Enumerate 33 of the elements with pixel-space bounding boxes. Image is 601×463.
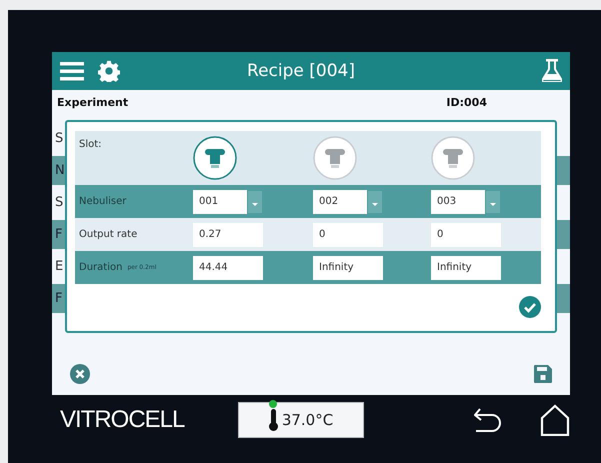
confirm-icon[interactable] xyxy=(519,296,541,318)
thermometer-icon xyxy=(268,409,278,431)
nebuliser-slot-icon[interactable] xyxy=(193,136,237,180)
duration-label: Duration xyxy=(79,262,122,273)
save-icon[interactable] xyxy=(534,365,552,383)
nebuliser-label: Nebuliser xyxy=(79,196,126,207)
brand-logo: VITROCELL xyxy=(60,406,186,434)
row-label: E xyxy=(55,259,64,274)
flask-icon[interactable] xyxy=(542,59,562,83)
temperature-value: 37.0°C xyxy=(282,411,334,429)
nebuliser-slot-icon[interactable] xyxy=(313,136,357,180)
experiment-id: ID:004 xyxy=(446,96,487,108)
window-title: Recipe [004] xyxy=(246,61,356,81)
row-label: S xyxy=(55,195,64,210)
status-dot xyxy=(269,400,277,408)
nebuliser-dropdown[interactable]: 003 xyxy=(431,190,501,214)
nebuliser-slot-icon[interactable] xyxy=(431,136,475,180)
row-label: S xyxy=(55,131,64,146)
nebuliser-dropdown[interactable]: 001 xyxy=(193,190,263,214)
duration-field[interactable]: Infinity xyxy=(313,256,383,280)
duration-field[interactable]: 44.44 xyxy=(193,256,263,280)
output-rate-label: Output rate xyxy=(79,229,138,240)
output-rate-field[interactable]: 0.27 xyxy=(193,222,263,246)
output-rate-field[interactable]: 0 xyxy=(431,222,501,246)
duration-field[interactable]: Infinity xyxy=(431,256,501,280)
close-icon[interactable] xyxy=(70,364,90,384)
home-icon[interactable] xyxy=(540,404,570,436)
output-rate-field[interactable]: 0 xyxy=(313,222,383,246)
nebuliser-dropdown[interactable]: 002 xyxy=(313,190,383,214)
settings-icon[interactable] xyxy=(98,60,120,82)
menu-icon[interactable] xyxy=(60,61,84,81)
slot-label: Slot: xyxy=(79,139,102,150)
experiment-label: Experiment xyxy=(57,96,128,108)
